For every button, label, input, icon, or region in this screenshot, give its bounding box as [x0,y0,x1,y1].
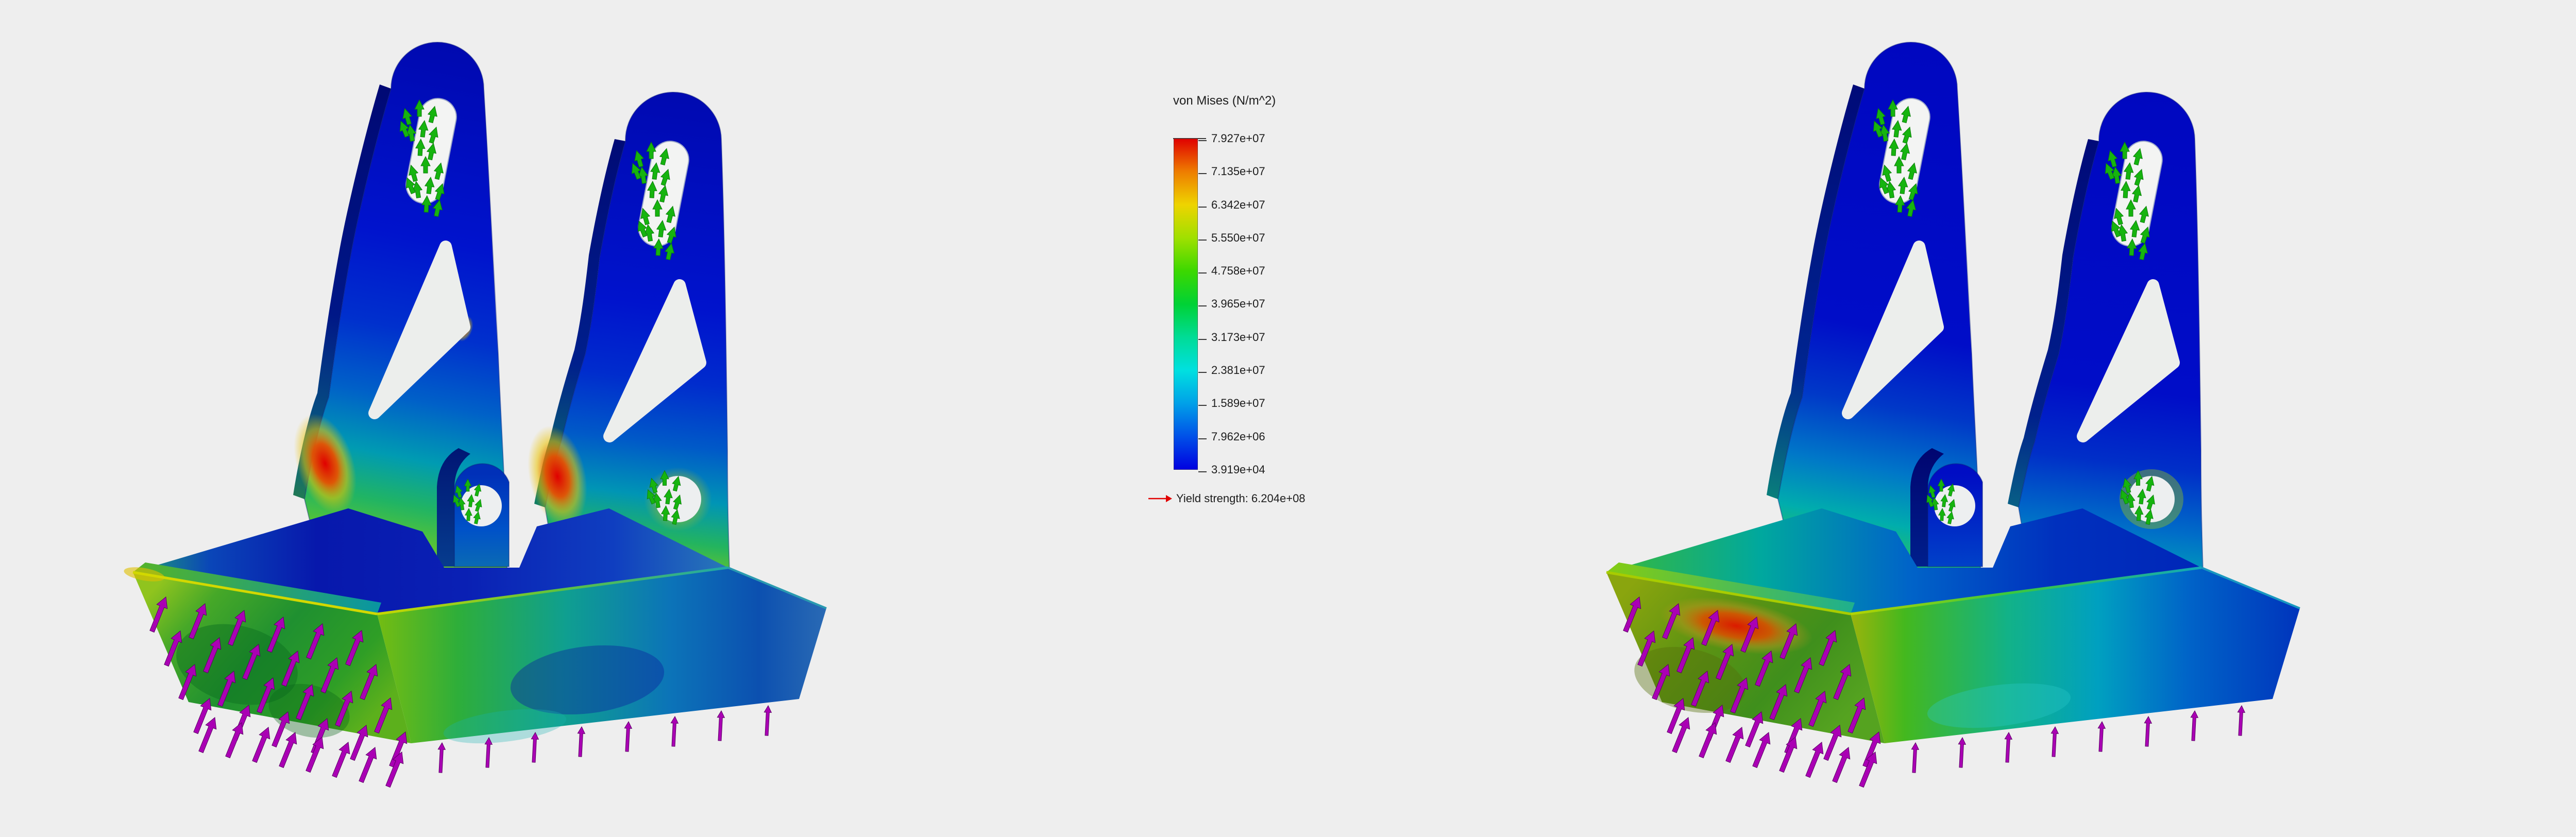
von-mises-legend: von Mises (N/m^2) 7.927e+07 7.135e+07 6.… [1173,94,1441,557]
scale-value: 2.381e+07 [1211,364,1265,377]
tick-mark [1198,339,1207,340]
tick-mark [1198,207,1207,208]
tick-mark [1198,372,1207,373]
scale-value: 3.919e+04 [1211,463,1265,476]
yield-strength-row: Yield strength: 6.204e+08 [1148,493,1306,504]
legend-scale-row: 7.927e+07 [1198,133,1265,144]
legend-scale-row: 1.589e+07 [1198,398,1265,409]
tick-mark [1198,140,1207,141]
scale-value: 3.965e+07 [1211,297,1265,311]
scale-labels: 7.927e+07 7.135e+07 6.342e+07 5.550e+07 … [1198,133,1265,475]
scale-value: 7.135e+07 [1211,165,1265,178]
legend-scale-row: 3.965e+07 [1198,298,1265,310]
tick-mark [1198,173,1207,174]
legend-scale-row: 4.758e+07 [1198,265,1265,277]
legend-scale-row: 7.135e+07 [1198,166,1265,177]
ures-model [1535,10,2308,834]
tick-mark [1198,438,1207,439]
tick-mark [1198,405,1207,406]
fea-results-page: { "background_color": "#eeeeee", "colors… [0,0,2576,836]
scale-value: 6.342e+07 [1211,198,1265,212]
scale-value: 5.550e+07 [1211,231,1265,245]
legend-scale-row: 3.919e+04 [1198,464,1265,475]
bracket-model-displacement [1606,42,2300,789]
legend-scale-row: 5.550e+07 [1198,232,1265,244]
tick-mark [1198,305,1207,306]
legend-scale-row: 6.342e+07 [1198,199,1265,211]
scale-value: 7.962e+06 [1211,430,1265,443]
tick-mark [1198,240,1207,241]
scale-value: 4.758e+07 [1211,264,1265,278]
tick-mark [1198,471,1207,472]
colorbar [1174,139,1198,470]
legend-scale-row: 2.381e+07 [1198,365,1265,376]
scale-value: 3.173e+07 [1211,331,1265,344]
legend-scale-row: 7.962e+06 [1198,431,1265,442]
legend-scale-row: 3.173e+07 [1198,332,1265,343]
yield-strength-label: Yield strength: 6.204e+08 [1176,492,1306,505]
tick-mark [1198,272,1207,274]
von-mises-model [62,10,835,834]
bracket-model-stress [123,42,826,789]
scale-value: 1.589e+07 [1211,397,1265,410]
scale-value: 7.927e+07 [1211,132,1265,145]
legend-title: von Mises (N/m^2) [1173,94,1276,108]
left-model-viewport[interactable] [62,10,835,834]
right-model-viewport[interactable] [1535,10,2308,834]
yield-arrow-icon [1148,494,1172,503]
